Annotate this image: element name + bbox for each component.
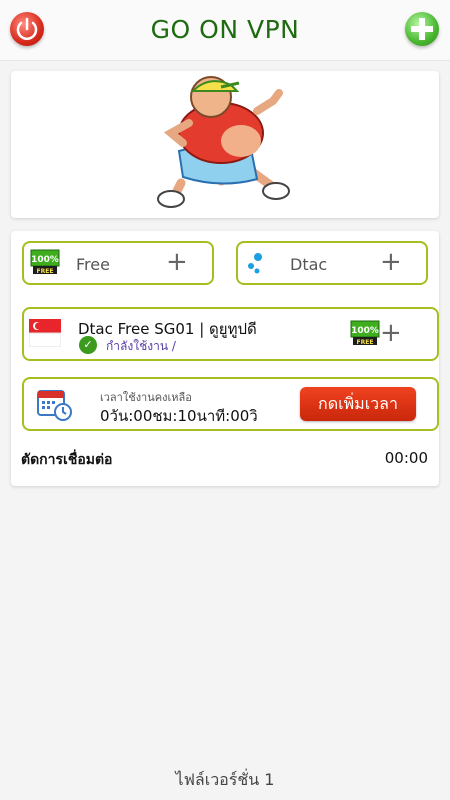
svg-text:100%: 100% [351,326,379,336]
add-time-button[interactable]: กดเพิ่มเวลา [300,387,416,421]
singapore-flag-icon [29,319,61,347]
svg-text:FREE: FREE [37,268,54,275]
running-mascot-image [157,76,290,208]
calendar-clock-icon [37,390,72,421]
server-file-version: ไฟล์เวอร์ชั่น 1 [175,770,275,789]
dtac-option[interactable]: Dtac + [236,241,428,285]
100-free-icon: 100% FREE [350,320,380,346]
svg-text:FREE: FREE [357,339,374,346]
app-title: GO ON VPN [150,15,300,44]
top-bar: GO ON VPN [0,0,450,61]
server-selector[interactable]: Dtac Free SG01 | ดูยูทูปดี ✓ กำลังใช้งาน… [22,307,439,361]
add-button[interactable] [405,12,439,46]
check-circle-icon: ✓ [79,336,97,354]
free-add-icon[interactable]: + [166,248,188,276]
connection-card: 100% FREE Free + Dtac + Dtac Free SG01 |… [11,231,439,486]
remaining-time-box: เวลาใช้งานคงเหลือ 0วัน:00ชม:10นาที:00วิ … [22,377,439,431]
free-option[interactable]: 100% FREE Free + [22,241,214,285]
dtac-option-label: Dtac [290,255,328,274]
disconnect-label[interactable]: ตัดการเชื่อมต่อ [21,449,112,471]
free-option-label: Free [76,255,110,274]
100-free-icon: 100% FREE [30,249,60,275]
mascot-card [11,71,439,218]
disconnect-timer: 00:00 [384,449,428,467]
server-add-icon[interactable]: + [380,319,402,347]
dtac-add-icon[interactable]: + [380,248,402,276]
svg-text:100%: 100% [31,255,59,265]
plus-icon [411,18,433,40]
connection-status: กำลังใช้งาน / [106,339,176,353]
remaining-time-value: 0วัน:00ชม:10นาที:00วิ [100,407,258,425]
dtac-logo-icon [248,253,262,274]
